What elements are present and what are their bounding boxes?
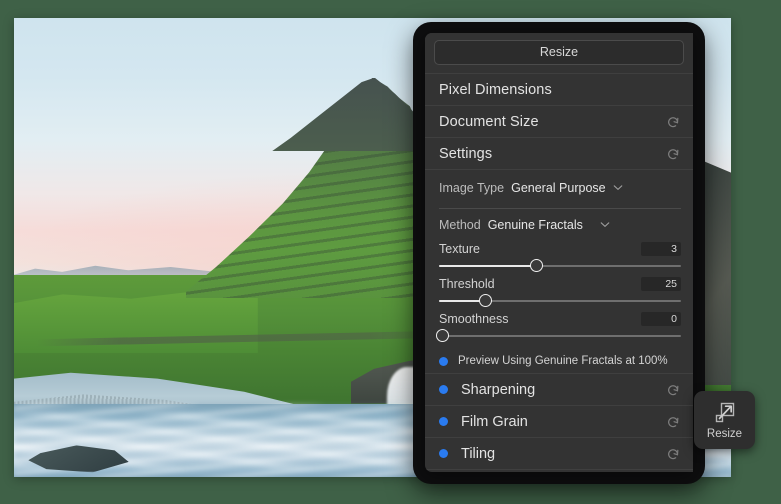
checkbox-indicator[interactable] [439,449,448,458]
reset-icon[interactable] [666,382,681,397]
resize-expand-icon [713,400,737,424]
preview-checkbox-label: Preview Using Genuine Fractals at 100% [458,355,668,367]
reset-icon[interactable] [666,114,681,129]
section-pixel-dimensions[interactable]: Pixel Dimensions [425,73,693,105]
toggle-film-grain[interactable]: Film Grain [425,405,693,437]
image-type-field[interactable]: Image Type General Purpose [439,178,681,197]
toggle-sharpening[interactable]: Sharpening [425,373,693,405]
app-stage: Resize Pixel Dimensions Document Size Se… [0,0,781,504]
chevron-down-icon[interactable] [600,221,610,228]
slider-handle[interactable] [530,259,543,272]
method-label: Method [439,218,481,232]
method-value: Genuine Fractals [488,218,583,232]
slider-smoothness[interactable] [439,329,681,343]
slider-track [439,335,681,337]
image-type-block: Image Type General Purpose [425,169,693,205]
slider-threshold[interactable] [439,294,681,308]
toggle-tiling[interactable]: Tiling [425,437,693,469]
slider-threshold-row: Threshold 25 [439,275,681,293]
slider-value-threshold[interactable]: 25 [641,277,681,291]
toggle-title: Sharpening [461,382,653,398]
section-title: Pixel Dimensions [439,82,681,98]
slider-label: Smoothness [439,312,508,326]
section-settings[interactable]: Settings [425,137,693,169]
section-document-size[interactable]: Document Size [425,105,693,137]
section-title: Settings [439,146,666,162]
preview-checkbox-row[interactable]: Preview Using Genuine Fractals at 100% [425,349,693,373]
toggle-gallery-wrap[interactable]: Gallery Wrap [425,469,693,472]
slider-smoothness-row: Smoothness 0 [439,310,681,328]
slider-label: Threshold [439,277,495,291]
resize-tool-label: Resize [707,428,742,440]
slider-value-texture[interactable]: 3 [641,242,681,256]
slider-value-smoothness[interactable]: 0 [641,312,681,326]
divider [439,208,681,209]
reset-icon[interactable] [666,446,681,461]
toggle-title: Film Grain [461,414,653,430]
method-block: Method Genuine Fractals Texture 3 [425,214,693,349]
image-type-label: Image Type [439,181,504,195]
checkbox-indicator[interactable] [439,417,448,426]
reset-icon[interactable] [666,146,681,161]
resize-apply-button[interactable]: Resize [434,40,684,65]
chevron-down-icon[interactable] [613,184,623,191]
checkbox-indicator[interactable] [439,385,448,394]
toggle-title: Tiling [461,446,653,462]
image-type-value: General Purpose [511,181,606,195]
slider-fill [439,265,536,267]
resize-tool-button[interactable]: Resize [694,391,755,449]
slider-texture-row: Texture 3 [439,240,681,258]
method-field[interactable]: Method Genuine Fractals [439,215,681,234]
slider-handle[interactable] [436,329,449,342]
resize-settings-panel: Resize Pixel Dimensions Document Size Se… [425,33,693,472]
slider-texture[interactable] [439,259,681,273]
reset-icon[interactable] [666,414,681,429]
panel-header: Resize [425,33,693,73]
checkbox-indicator[interactable] [439,357,448,366]
slider-label: Texture [439,242,480,256]
section-title: Document Size [439,114,666,130]
slider-handle[interactable] [479,294,492,307]
